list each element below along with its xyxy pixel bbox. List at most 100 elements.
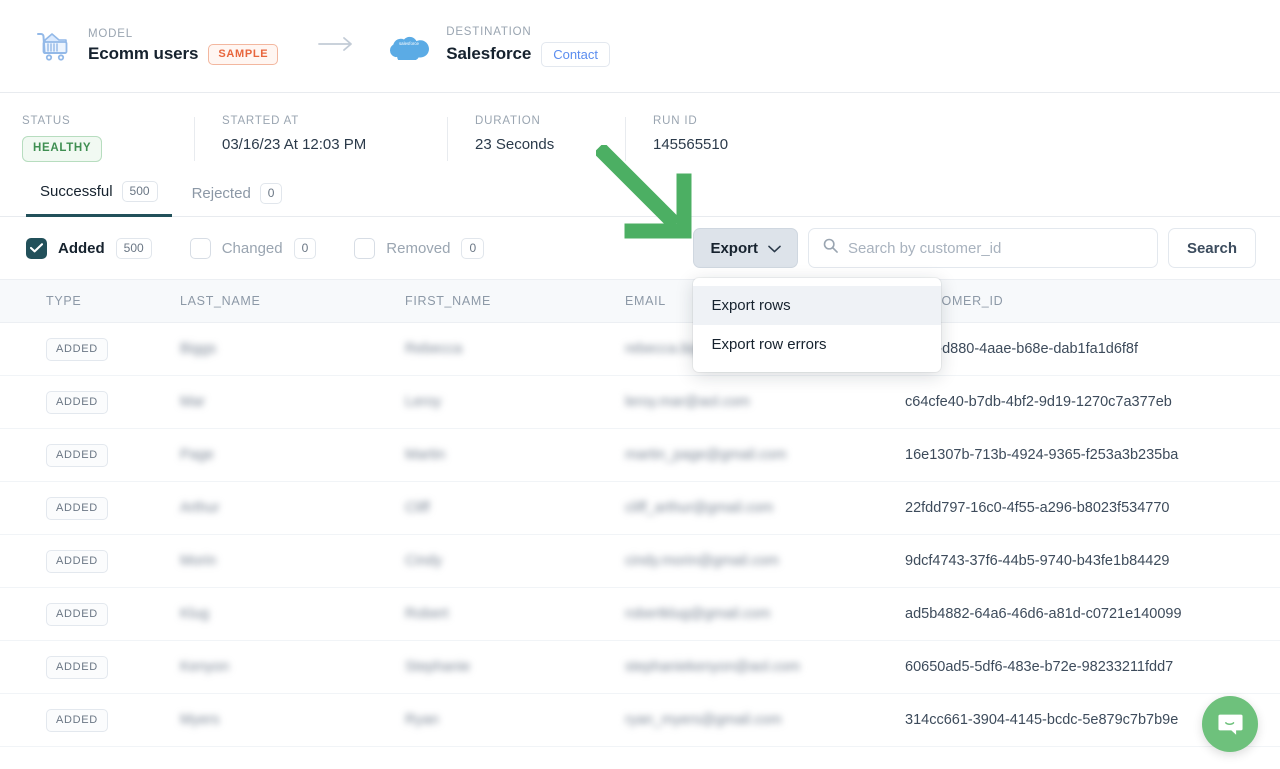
check-icon (30, 243, 43, 253)
destination-block: salesforce DESTINATION Salesforce Contac… (388, 24, 611, 68)
export-dropdown-menu: Export rows Export row errors (693, 278, 942, 372)
tab-rejected[interactable]: Rejected 0 (178, 183, 297, 216)
tab-successful-label: Successful (40, 183, 113, 200)
chevron-down-icon (768, 240, 781, 257)
table-header-row: TYPE LAST_NAME FIRST_NAME EMAIL CUSTOMER… (0, 279, 1280, 323)
row-first-name-cell: Ryan (405, 712, 439, 728)
row-type-cell: ADDED (0, 496, 180, 520)
table-row[interactable]: ADDED Kenyon Stephanie stephaniekenyon@aol.… (0, 641, 1280, 694)
destination-name: Salesforce (446, 44, 532, 63)
run-meta-strip: STATUS HEALTHY STARTED AT 03/16/23 At 12… (0, 93, 1280, 173)
duration-label: DURATION (475, 115, 541, 127)
sample-badge: SAMPLE (208, 43, 279, 65)
destination-text: DESTINATION Salesforce Contact (446, 26, 611, 67)
row-first-name-cell: Cindy (405, 553, 443, 569)
row-type-cell: ADDED (0, 549, 180, 573)
column-header-last-name: LAST_NAME (180, 294, 261, 308)
row-first-name-cell: Robert (405, 606, 449, 622)
table-body: ADDEDBiggsRebeccarebecca.biggs@gmail.com… (0, 323, 1280, 747)
added-pill: ADDED (46, 655, 108, 679)
row-last-name-cell: Klug (180, 606, 210, 622)
filter-changed-label: Changed (221, 239, 283, 257)
export-button-label: Export (710, 239, 758, 257)
filter-added[interactable]: Added 500 (26, 237, 152, 259)
meta-started-at: STARTED AT 03/16/23 At 12:03 PM (194, 115, 447, 161)
row-last-name-cell: Morin (180, 553, 217, 569)
contact-object-badge: Contact (541, 41, 611, 67)
meta-duration: DURATION 23 Seconds (447, 115, 625, 161)
model-text: MODEL Ecomm users SAMPLE (88, 27, 279, 65)
table-row[interactable]: ADDEDBiggsRebeccarebecca.biggs@gmail.com… (0, 323, 1280, 376)
filter-changed[interactable]: Changed 0 (189, 237, 317, 259)
row-first-name-cell: Martin (405, 447, 446, 463)
row-last-name-cell: Kenyon (180, 659, 230, 675)
status-badge: HEALTHY (22, 136, 103, 162)
table-row[interactable]: ADDED Klug Robert robertklug@gmail.com ad5b4… (0, 588, 1280, 641)
added-pill: ADDED (46, 443, 108, 467)
model-label: MODEL (88, 27, 133, 40)
salesforce-cloud-icon: salesforce (388, 24, 432, 68)
search-button[interactable]: Search (1167, 228, 1256, 268)
row-type-cell: ADDED (0, 602, 180, 626)
row-email-cell: cliff_arthur@gmail.com (625, 500, 774, 516)
filter-added-count: 500 (115, 237, 152, 259)
column-header-type: TYPE (46, 294, 82, 308)
row-customer-id-cell: 22fdd797-16c0-4f55-a296-b8023f534770 (905, 500, 1170, 516)
added-checkbox[interactable] (26, 237, 47, 259)
table-row[interactable]: ADDED Arthur Cliff cliff_arthur@gmail.com 22… (0, 482, 1280, 535)
row-first-name-cell: Rebecca (405, 341, 463, 357)
table-row[interactable]: ADDED Myers Ryan ryan_myers@gmail.com 314cc6… (0, 694, 1280, 747)
menu-item-export-row-errors[interactable]: Export row errors (693, 325, 941, 364)
column-header-customer-id: CUSTOMER_ID (905, 294, 1004, 308)
search-icon (823, 238, 838, 258)
row-email-cell: martin_page@gmail.com (625, 447, 787, 463)
started-at-value: 03/16/23 At 12:03 PM (222, 136, 367, 153)
row-last-name-cell: Page (180, 447, 214, 463)
row-customer-id-cell: 60650ad5-5df6-483e-b72e-98233211fdd7 (905, 659, 1174, 675)
table-row[interactable]: ADDED Morin Cindy cindy.morin@gmail.com 9dcf… (0, 535, 1280, 588)
row-first-name-cell: Stephanie (405, 659, 471, 675)
changed-checkbox[interactable] (189, 237, 211, 259)
filter-added-label: Added (58, 239, 105, 257)
filter-removed[interactable]: Removed 0 (354, 237, 485, 259)
row-email-cell: ryan_myers@gmail.com (625, 712, 782, 728)
intercom-chat-icon[interactable] (1202, 696, 1258, 752)
search-input[interactable] (847, 239, 1143, 257)
export-button[interactable]: Export (693, 228, 798, 268)
row-type-cell: ADDED (0, 708, 180, 732)
table-row[interactable]: ADDED Page Martin martin_page@gmail.com 16e1… (0, 429, 1280, 482)
added-pill: ADDED (46, 549, 108, 573)
model-block: MODEL Ecomm users SAMPLE (30, 24, 279, 68)
added-pill: ADDED (46, 602, 108, 626)
model-name: Ecomm users (88, 44, 199, 63)
row-customer-id-cell: c64cfe40-b7db-4bf2-9d19-1270c7a377eb (905, 394, 1172, 410)
row-customer-id-cell: 4308-d880-4aae-b68e-dab1fa1d6f8f (905, 341, 1139, 357)
meta-run-id: RUN ID 145565510 (625, 115, 754, 161)
row-type-cell: ADDED (0, 655, 180, 679)
row-type-cell: ADDED (0, 443, 180, 467)
change-type-filters: Added 500 Changed 0 Removed 0 (26, 237, 485, 259)
tab-rejected-count: 0 (259, 183, 283, 204)
filter-changed-count: 0 (293, 237, 317, 259)
row-last-name-cell: Biggs (180, 341, 217, 357)
results-toolbar: Added 500 Changed 0 Removed 0 Export Sea… (0, 217, 1280, 372)
started-at-label: STARTED AT (222, 115, 300, 127)
table-row[interactable]: ADDED Mar Leroy leroy.mar@aol.com c64cfe40-b… (0, 376, 1280, 429)
status-label: STATUS (22, 115, 71, 127)
row-type-cell: ADDED (0, 390, 180, 414)
filter-removed-count: 0 (461, 237, 485, 259)
toolbar-actions: Export Search Export (693, 228, 1256, 372)
tab-successful-count: 500 (121, 181, 158, 202)
removed-checkbox[interactable] (354, 237, 376, 259)
arrow-right-icon (318, 36, 354, 57)
sync-header: MODEL Ecomm users SAMPLE salesforce DEST… (0, 0, 1280, 93)
row-last-name-cell: Mar (180, 394, 205, 410)
menu-item-export-rows[interactable]: Export rows (693, 286, 942, 325)
run-detail-page: MODEL Ecomm users SAMPLE salesforce DEST… (0, 0, 1280, 769)
result-tabs: Successful 500 Rejected 0 (0, 173, 1280, 217)
tab-rejected-label: Rejected (191, 185, 251, 202)
run-id-value: 145565510 (653, 136, 729, 153)
search-field-wrapper[interactable] (807, 228, 1158, 268)
tab-successful[interactable]: Successful 500 (26, 181, 172, 217)
row-email-cell: cindy.morin@gmail.com (625, 553, 779, 569)
